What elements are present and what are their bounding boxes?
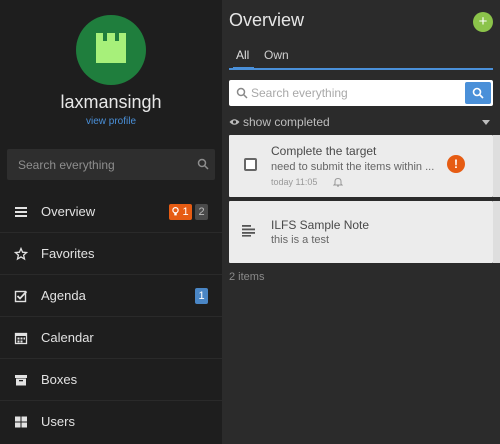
sidebar-item-label: Agenda [41, 288, 86, 303]
lightbulb-icon [172, 207, 180, 216]
search-icon [472, 87, 484, 99]
search-submit-button[interactable] [465, 82, 491, 104]
item-count: 2 items [229, 271, 265, 283]
note-description: this is a test [271, 234, 330, 246]
note-icon [242, 225, 255, 237]
sidebar: laxmansingh view profile Overview 1 2 [0, 0, 222, 444]
search-icon [236, 87, 248, 99]
alert-icon: ! [447, 155, 465, 173]
main-panel: Overview + All Own show completed Comple… [222, 0, 500, 444]
star-icon [14, 247, 28, 261]
card-side-stripe [493, 135, 500, 197]
notification-count: 1 [182, 206, 189, 218]
count-badge: 2 [195, 204, 208, 220]
sidebar-item-label: Favorites [41, 246, 95, 261]
notification-badge: 1 [169, 204, 192, 220]
sidebar-item-label: Overview [41, 204, 96, 219]
list-icon [15, 207, 27, 217]
sidebar-search-input[interactable] [7, 149, 197, 180]
sidebar-item-boxes[interactable]: Boxes [0, 359, 222, 401]
sidebar-item-users[interactable]: Users [0, 401, 222, 443]
task-card[interactable]: Complete the target need to submit the i… [229, 135, 500, 197]
task-time: today 11:05 [271, 177, 318, 187]
tab-own[interactable]: Own [264, 48, 289, 68]
sidebar-item-calendar[interactable]: Calendar [0, 317, 222, 359]
task-description: need to submit the items within ... [271, 161, 435, 173]
avatar[interactable] [76, 15, 146, 85]
sidebar-item-label: Users [41, 414, 75, 429]
calendar-icon [14, 332, 28, 345]
card-side-stripe [493, 201, 500, 263]
bell-icon [333, 177, 343, 187]
sidebar-item-label: Calendar [41, 330, 94, 345]
eye-icon [229, 119, 240, 125]
box-icon [15, 375, 27, 386]
sidebar-search [7, 149, 215, 180]
show-completed-toggle[interactable]: show completed [229, 115, 493, 131]
grid-icon [15, 416, 27, 428]
main-search-input[interactable] [251, 80, 461, 106]
sidebar-nav: Overview 1 2 Favorites Agenda 1 Calendar… [0, 191, 222, 443]
sidebar-item-favorites[interactable]: Favorites [0, 233, 222, 275]
task-checkbox[interactable] [244, 158, 257, 171]
note-card[interactable]: ILFS Sample Note this is a test [229, 201, 500, 263]
note-title: ILFS Sample Note [271, 218, 370, 232]
sidebar-item-label: Boxes [41, 372, 78, 387]
tab-all[interactable]: All [232, 48, 255, 70]
search-icon[interactable] [197, 158, 209, 170]
view-profile-link[interactable]: view profile [0, 116, 222, 127]
sidebar-item-agenda[interactable]: Agenda 1 [0, 275, 222, 317]
username: laxmansingh [60, 92, 162, 112]
chevron-down-icon[interactable] [482, 120, 490, 125]
add-button[interactable]: + [473, 12, 493, 32]
count-badge: 1 [195, 288, 208, 304]
page-title: Overview [229, 10, 305, 30]
checkbox-icon [14, 290, 28, 303]
castle-icon [96, 33, 126, 63]
task-title: Complete the target [271, 144, 377, 158]
main-search [229, 80, 493, 106]
sidebar-item-overview[interactable]: Overview 1 2 [0, 191, 222, 233]
show-completed-label: show completed [243, 115, 330, 129]
tab-bar: All Own [229, 48, 493, 70]
